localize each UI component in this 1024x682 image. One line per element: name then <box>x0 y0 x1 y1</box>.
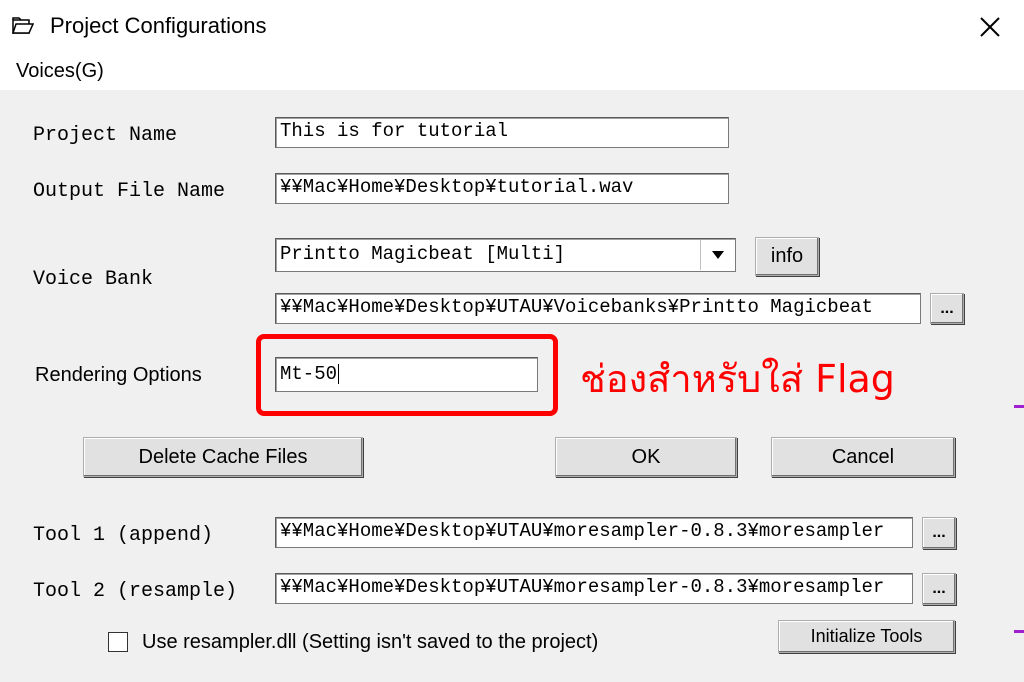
project-name-label: Project Name <box>33 124 178 147</box>
project-name-input[interactable]: This is for tutorial <box>275 117 729 148</box>
menu-bar <box>0 54 1024 90</box>
window-title: Project Configurations <box>50 13 267 38</box>
rendering-options-label: Rendering Options <box>35 364 202 386</box>
background-mark <box>1014 405 1024 408</box>
ok-button[interactable]: OK <box>555 437 737 477</box>
highlight-box <box>256 334 558 416</box>
close-button[interactable] <box>968 8 1012 46</box>
voice-bank-dropdown-button[interactable] <box>700 240 735 270</box>
use-resampler-checkbox[interactable] <box>108 632 128 652</box>
flag-annotation: ช่องสำหรับใส่ Flag <box>580 357 895 401</box>
tool2-path-input[interactable]: ¥¥Mac¥Home¥Desktop¥UTAU¥moresampler-0.8.… <box>275 573 913 604</box>
initialize-tools-button[interactable]: Initialize Tools <box>778 620 955 653</box>
tool1-path-input[interactable]: ¥¥Mac¥Home¥Desktop¥UTAU¥moresampler-0.8.… <box>275 517 913 548</box>
dropdown-arrow-icon <box>712 251 724 259</box>
menu-voices[interactable]: Voices(G) <box>16 60 104 83</box>
info-button[interactable]: info <box>755 237 819 276</box>
use-resampler-label[interactable]: Use resampler.dll (Setting isn't saved t… <box>142 631 598 654</box>
tool2-label: Tool 2 (resample) <box>33 580 238 603</box>
voice-bank-label: Voice Bank <box>33 268 154 291</box>
tool1-label: Tool 1 (append) <box>33 524 214 547</box>
background-mark <box>1014 630 1024 633</box>
window-folder-icon <box>11 16 35 36</box>
output-file-name-input[interactable]: ¥¥Mac¥Home¥Desktop¥tutorial.wav <box>275 173 729 204</box>
voice-bank-path-input[interactable]: ¥¥Mac¥Home¥Desktop¥UTAU¥Voicebanks¥Print… <box>275 293 921 324</box>
cancel-button[interactable]: Cancel <box>771 437 955 477</box>
output-file-name-label: Output File Name <box>33 180 226 203</box>
close-icon <box>980 17 1000 37</box>
voice-bank-browse-button[interactable]: ... <box>930 293 964 324</box>
voice-bank-select[interactable]: Printto Magicbeat [Multi] <box>275 238 736 272</box>
tool2-browse-button[interactable]: ... <box>922 573 956 605</box>
tool1-browse-button[interactable]: ... <box>922 517 956 549</box>
delete-cache-button[interactable]: Delete Cache Files <box>83 437 363 477</box>
